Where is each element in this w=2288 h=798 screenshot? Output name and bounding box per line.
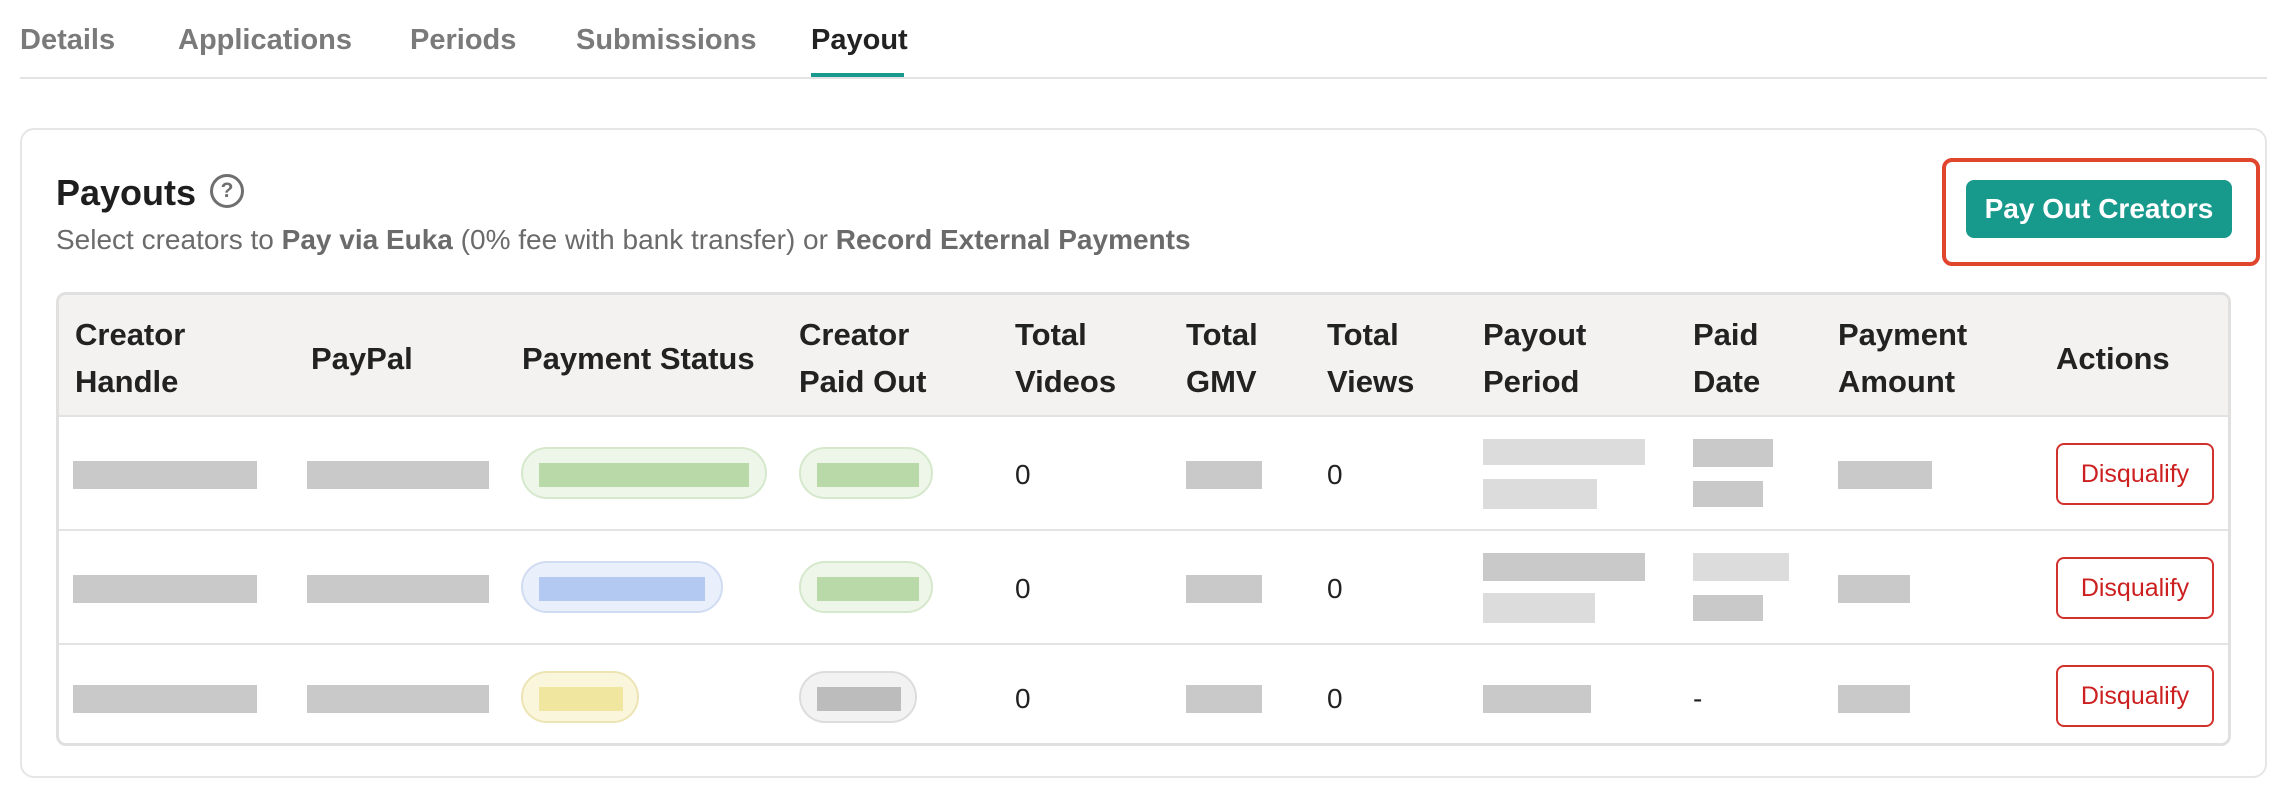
tab-periods[interactable]: Periods: [410, 24, 516, 57]
total-views-value: 0: [1327, 683, 1343, 714]
paid-out-badge: [799, 447, 933, 499]
payouts-table: Creator Handle PayPal Payment Status Cre…: [56, 292, 2231, 746]
total-videos-value: 0: [1015, 573, 1031, 604]
header-label: GMV: [1186, 364, 1257, 399]
tab-details[interactable]: Details: [20, 24, 115, 57]
payment-status-badge: [521, 561, 723, 613]
total-videos-value: 0: [1015, 683, 1031, 714]
redacted-paypal: [307, 685, 489, 713]
payment-status-badge: [521, 671, 639, 723]
col-payment-status[interactable]: Payment Status: [522, 335, 755, 382]
disqualify-button[interactable]: Disqualify: [2056, 665, 2214, 727]
table-header: Creator Handle PayPal Payment Status Cre…: [59, 295, 2228, 417]
redacted-paypal: [307, 575, 489, 603]
table-row: 0 0 Disqualify: [59, 531, 2228, 645]
pay-out-creators-button[interactable]: Pay Out Creators: [1966, 180, 2232, 238]
subtitle-record-external: Record External Payments: [835, 224, 1191, 255]
header-label: Creator: [75, 317, 186, 352]
header-label: Amount: [1838, 364, 1956, 399]
header-label: Period: [1483, 364, 1580, 399]
redacted-paypal: [307, 461, 489, 489]
tab-payout[interactable]: Payout: [811, 24, 908, 57]
redacted-payout-period: [1483, 439, 1645, 465]
table-row: 0 0 Disqualify: [59, 417, 2228, 531]
question-circle-icon[interactable]: ?: [210, 174, 244, 208]
redacted-creator-handle: [73, 685, 257, 713]
redacted-total-gmv: [1186, 575, 1262, 603]
disqualify-button[interactable]: Disqualify: [2056, 443, 2214, 505]
disqualify-button[interactable]: Disqualify: [2056, 557, 2214, 619]
header-label: Total: [1186, 317, 1258, 352]
paid-out-badge: [799, 561, 933, 613]
header-label: Date: [1693, 364, 1761, 399]
header-label: Paid Out: [799, 364, 927, 399]
col-payment-amount[interactable]: Payment Amount: [1838, 311, 1967, 405]
header-label: Payout: [1483, 317, 1587, 352]
paid-date-value: -: [1693, 683, 1703, 714]
redacted-paid-date: [1693, 595, 1763, 621]
col-creator-handle[interactable]: Creator Handle: [75, 311, 185, 405]
col-paid-date[interactable]: Paid Date: [1693, 311, 1760, 405]
redacted-total-gmv: [1186, 685, 1262, 713]
redacted-payment-amount: [1838, 685, 1910, 713]
redacted-paid-date: [1693, 553, 1789, 581]
subtitle-text: (0% fee with bank transfer) or: [452, 224, 836, 255]
subtitle-text: Select creators to: [56, 224, 282, 255]
header-label: Total: [1327, 317, 1399, 352]
header-label: Payment: [1838, 317, 1968, 352]
tab-applications[interactable]: Applications: [178, 24, 352, 57]
payouts-card: Payouts ? Select creators to Pay via Euk…: [20, 128, 2267, 778]
paid-out-badge: [799, 671, 917, 723]
header-label: Videos: [1015, 364, 1117, 399]
header-label: Paid: [1693, 317, 1759, 352]
col-total-videos[interactable]: Total Videos: [1015, 311, 1116, 405]
redacted-paid-date: [1693, 439, 1773, 467]
header-label: Views: [1327, 364, 1415, 399]
redacted-total-gmv: [1186, 461, 1262, 489]
redacted-payout-period: [1483, 593, 1595, 623]
subtitle-pay-via-euka: Pay via Euka: [281, 224, 453, 255]
redacted-payment-amount: [1838, 461, 1932, 489]
table-row: 0 0 - Disqualify: [59, 645, 2228, 743]
redacted-creator-handle: [73, 461, 257, 489]
redacted-creator-handle: [73, 575, 257, 603]
active-tab-indicator: [811, 73, 904, 77]
redacted-payout-period: [1483, 479, 1597, 509]
col-total-gmv[interactable]: Total GMV: [1186, 311, 1258, 405]
col-payout-period[interactable]: Payout Period: [1483, 311, 1586, 405]
col-total-views[interactable]: Total Views: [1327, 311, 1414, 405]
total-views-value: 0: [1327, 573, 1343, 604]
col-actions: Actions: [2056, 341, 2170, 376]
tab-submissions[interactable]: Submissions: [576, 24, 757, 57]
col-paypal[interactable]: PayPal: [311, 335, 413, 382]
tab-bar: Details Applications Periods Submissions…: [20, 0, 2267, 79]
payment-status-badge: [521, 447, 767, 499]
header-label: Handle: [75, 364, 179, 399]
redacted-paid-date: [1693, 481, 1763, 507]
total-views-value: 0: [1327, 459, 1343, 490]
col-creator-paid-out[interactable]: Creator Paid Out: [799, 311, 926, 405]
header-label: Creator: [799, 317, 910, 352]
payouts-subtitle: Select creators to Pay via Euka (0% fee …: [56, 224, 1191, 256]
redacted-payout-period: [1483, 685, 1591, 713]
page-title: Payouts: [56, 172, 197, 213]
redacted-payment-amount: [1838, 575, 1910, 603]
header-label: Total: [1015, 317, 1087, 352]
total-videos-value: 0: [1015, 459, 1031, 490]
redacted-payout-period: [1483, 553, 1645, 581]
